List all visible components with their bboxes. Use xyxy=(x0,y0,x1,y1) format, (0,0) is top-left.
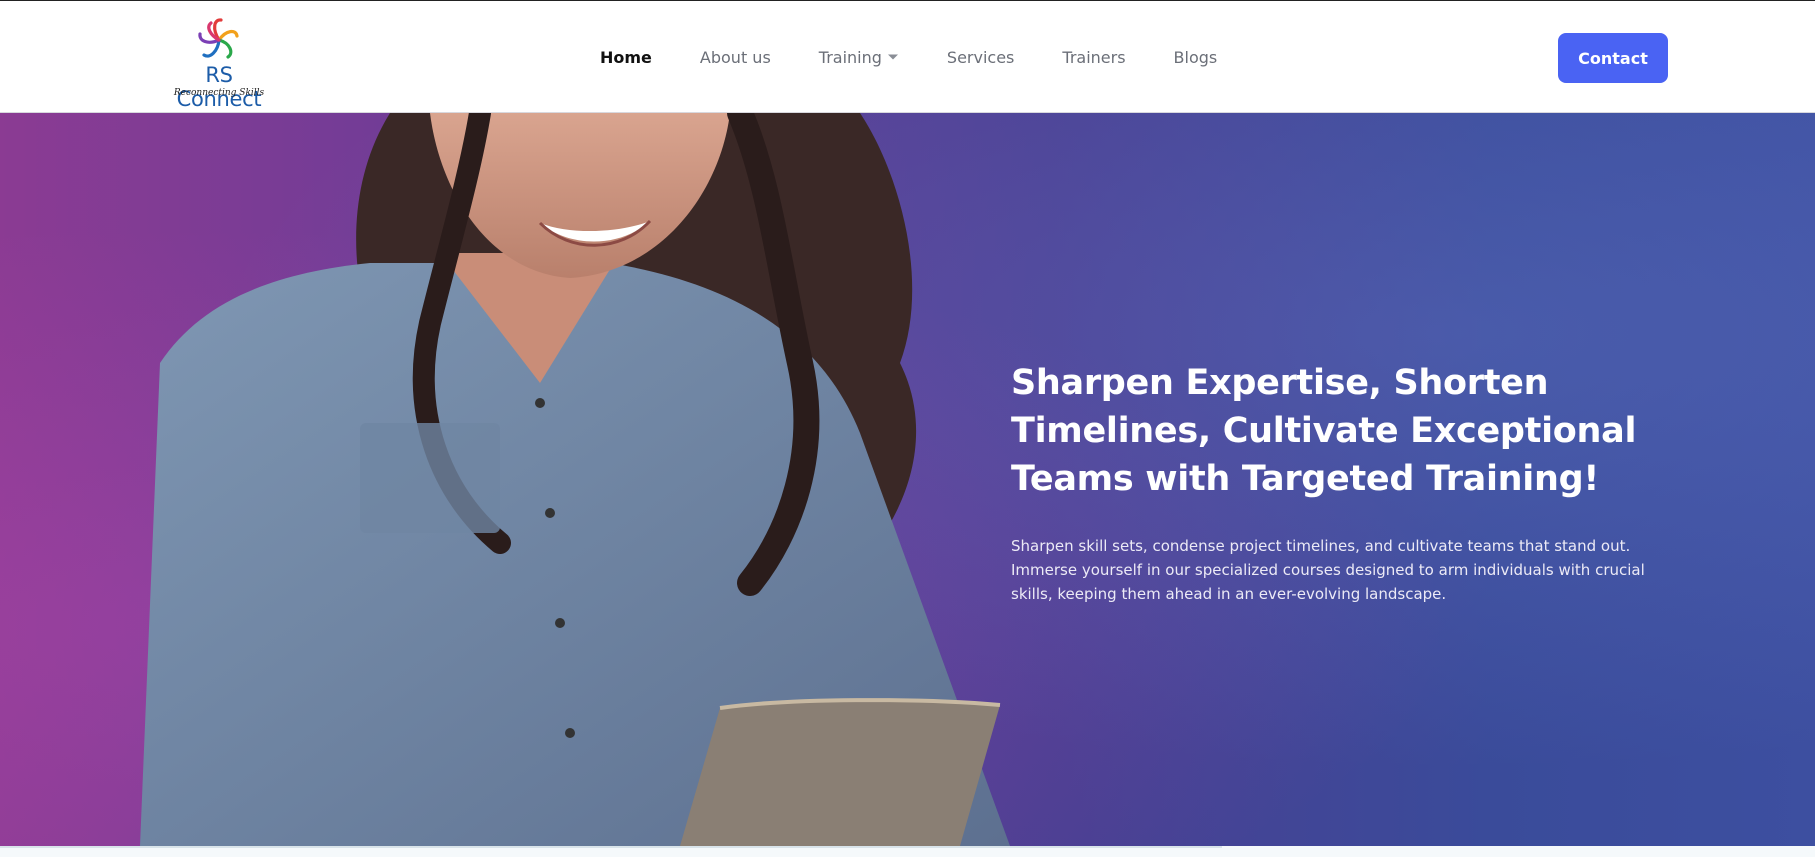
page-bottom-divider xyxy=(0,846,1222,848)
contact-button[interactable]: Contact xyxy=(1558,33,1668,83)
nav-services[interactable]: Services xyxy=(947,48,1014,67)
main-nav: Home About us Training Services Trainers… xyxy=(600,45,1265,69)
nav-training[interactable]: Training xyxy=(819,48,899,67)
hero-woman-image xyxy=(140,113,1010,846)
hero-description: Sharpen skill sets, condense project tim… xyxy=(1011,537,1645,603)
flower-logo-icon xyxy=(198,18,239,59)
hero-section: Sharpen Expertise, Shorten Timelines, Cu… xyxy=(0,113,1815,846)
hero-title: Sharpen Expertise, Shorten Timelines, Cu… xyxy=(1011,363,1637,499)
nav-blogs[interactable]: Blogs xyxy=(1174,48,1218,67)
chevron-down-icon xyxy=(887,54,898,60)
nav-about-us[interactable]: About us xyxy=(700,48,771,67)
nav-training-label: Training xyxy=(818,47,882,67)
nav-trainers[interactable]: Trainers xyxy=(1062,48,1125,67)
site-logo[interactable]: RS Connect Reconnecting Skills xyxy=(160,15,280,111)
nav-home[interactable]: Home xyxy=(600,48,652,67)
brand-tagline: Reconnecting Skills xyxy=(173,88,265,98)
site-header: RS Connect Reconnecting Skills Home Abou… xyxy=(0,0,1815,113)
brand-name: RS Connect xyxy=(176,63,262,111)
